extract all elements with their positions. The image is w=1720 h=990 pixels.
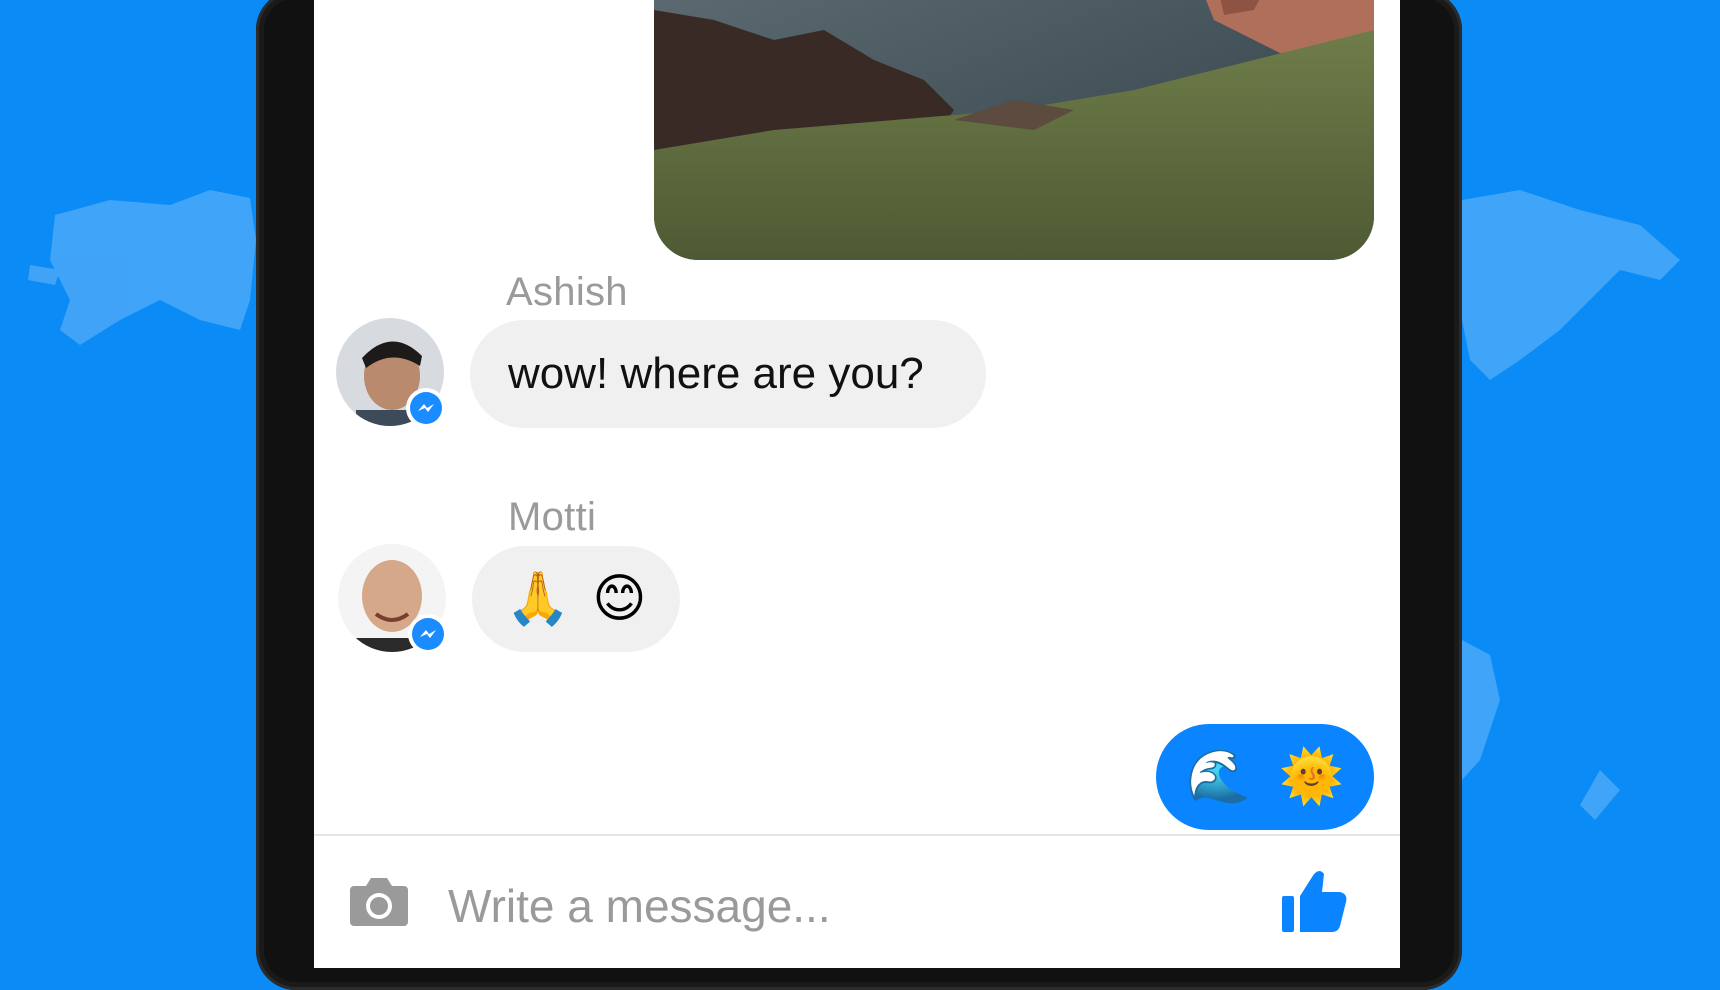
messenger-badge-icon bbox=[408, 614, 448, 654]
message-bubble-outgoing[interactable]: 🌊 🌞 bbox=[1156, 724, 1374, 830]
thumbs-up-icon[interactable] bbox=[1280, 866, 1350, 941]
chat-screen: Ashish wow! where are you? Motti 🙏 😊 🌊 🌞… bbox=[314, 0, 1400, 968]
message-bubble-ashish[interactable]: wow! where are you? bbox=[470, 320, 986, 428]
sender-name-motti: Motti bbox=[508, 495, 597, 539]
camera-icon[interactable] bbox=[348, 874, 410, 933]
coastal-cliff-photo bbox=[654, 0, 1374, 260]
message-text: wow! where are you? bbox=[508, 349, 924, 398]
avatar-ashish[interactable] bbox=[336, 318, 446, 428]
folded-hands-emoji: 🙏 bbox=[505, 569, 571, 629]
smiling-face-emoji: 😊 bbox=[592, 569, 647, 629]
messenger-badge-icon bbox=[406, 388, 446, 428]
message-bubble-motti[interactable]: 🙏 😊 bbox=[472, 546, 680, 652]
sender-name-ashish: Ashish bbox=[506, 270, 628, 314]
sun-with-face-emoji: 🌞 bbox=[1279, 747, 1344, 807]
message-input[interactable] bbox=[446, 870, 1210, 942]
shared-photo[interactable] bbox=[654, 0, 1374, 260]
water-wave-emoji: 🌊 bbox=[1186, 747, 1251, 807]
composer-divider bbox=[314, 834, 1400, 836]
avatar-motti[interactable] bbox=[338, 544, 448, 654]
